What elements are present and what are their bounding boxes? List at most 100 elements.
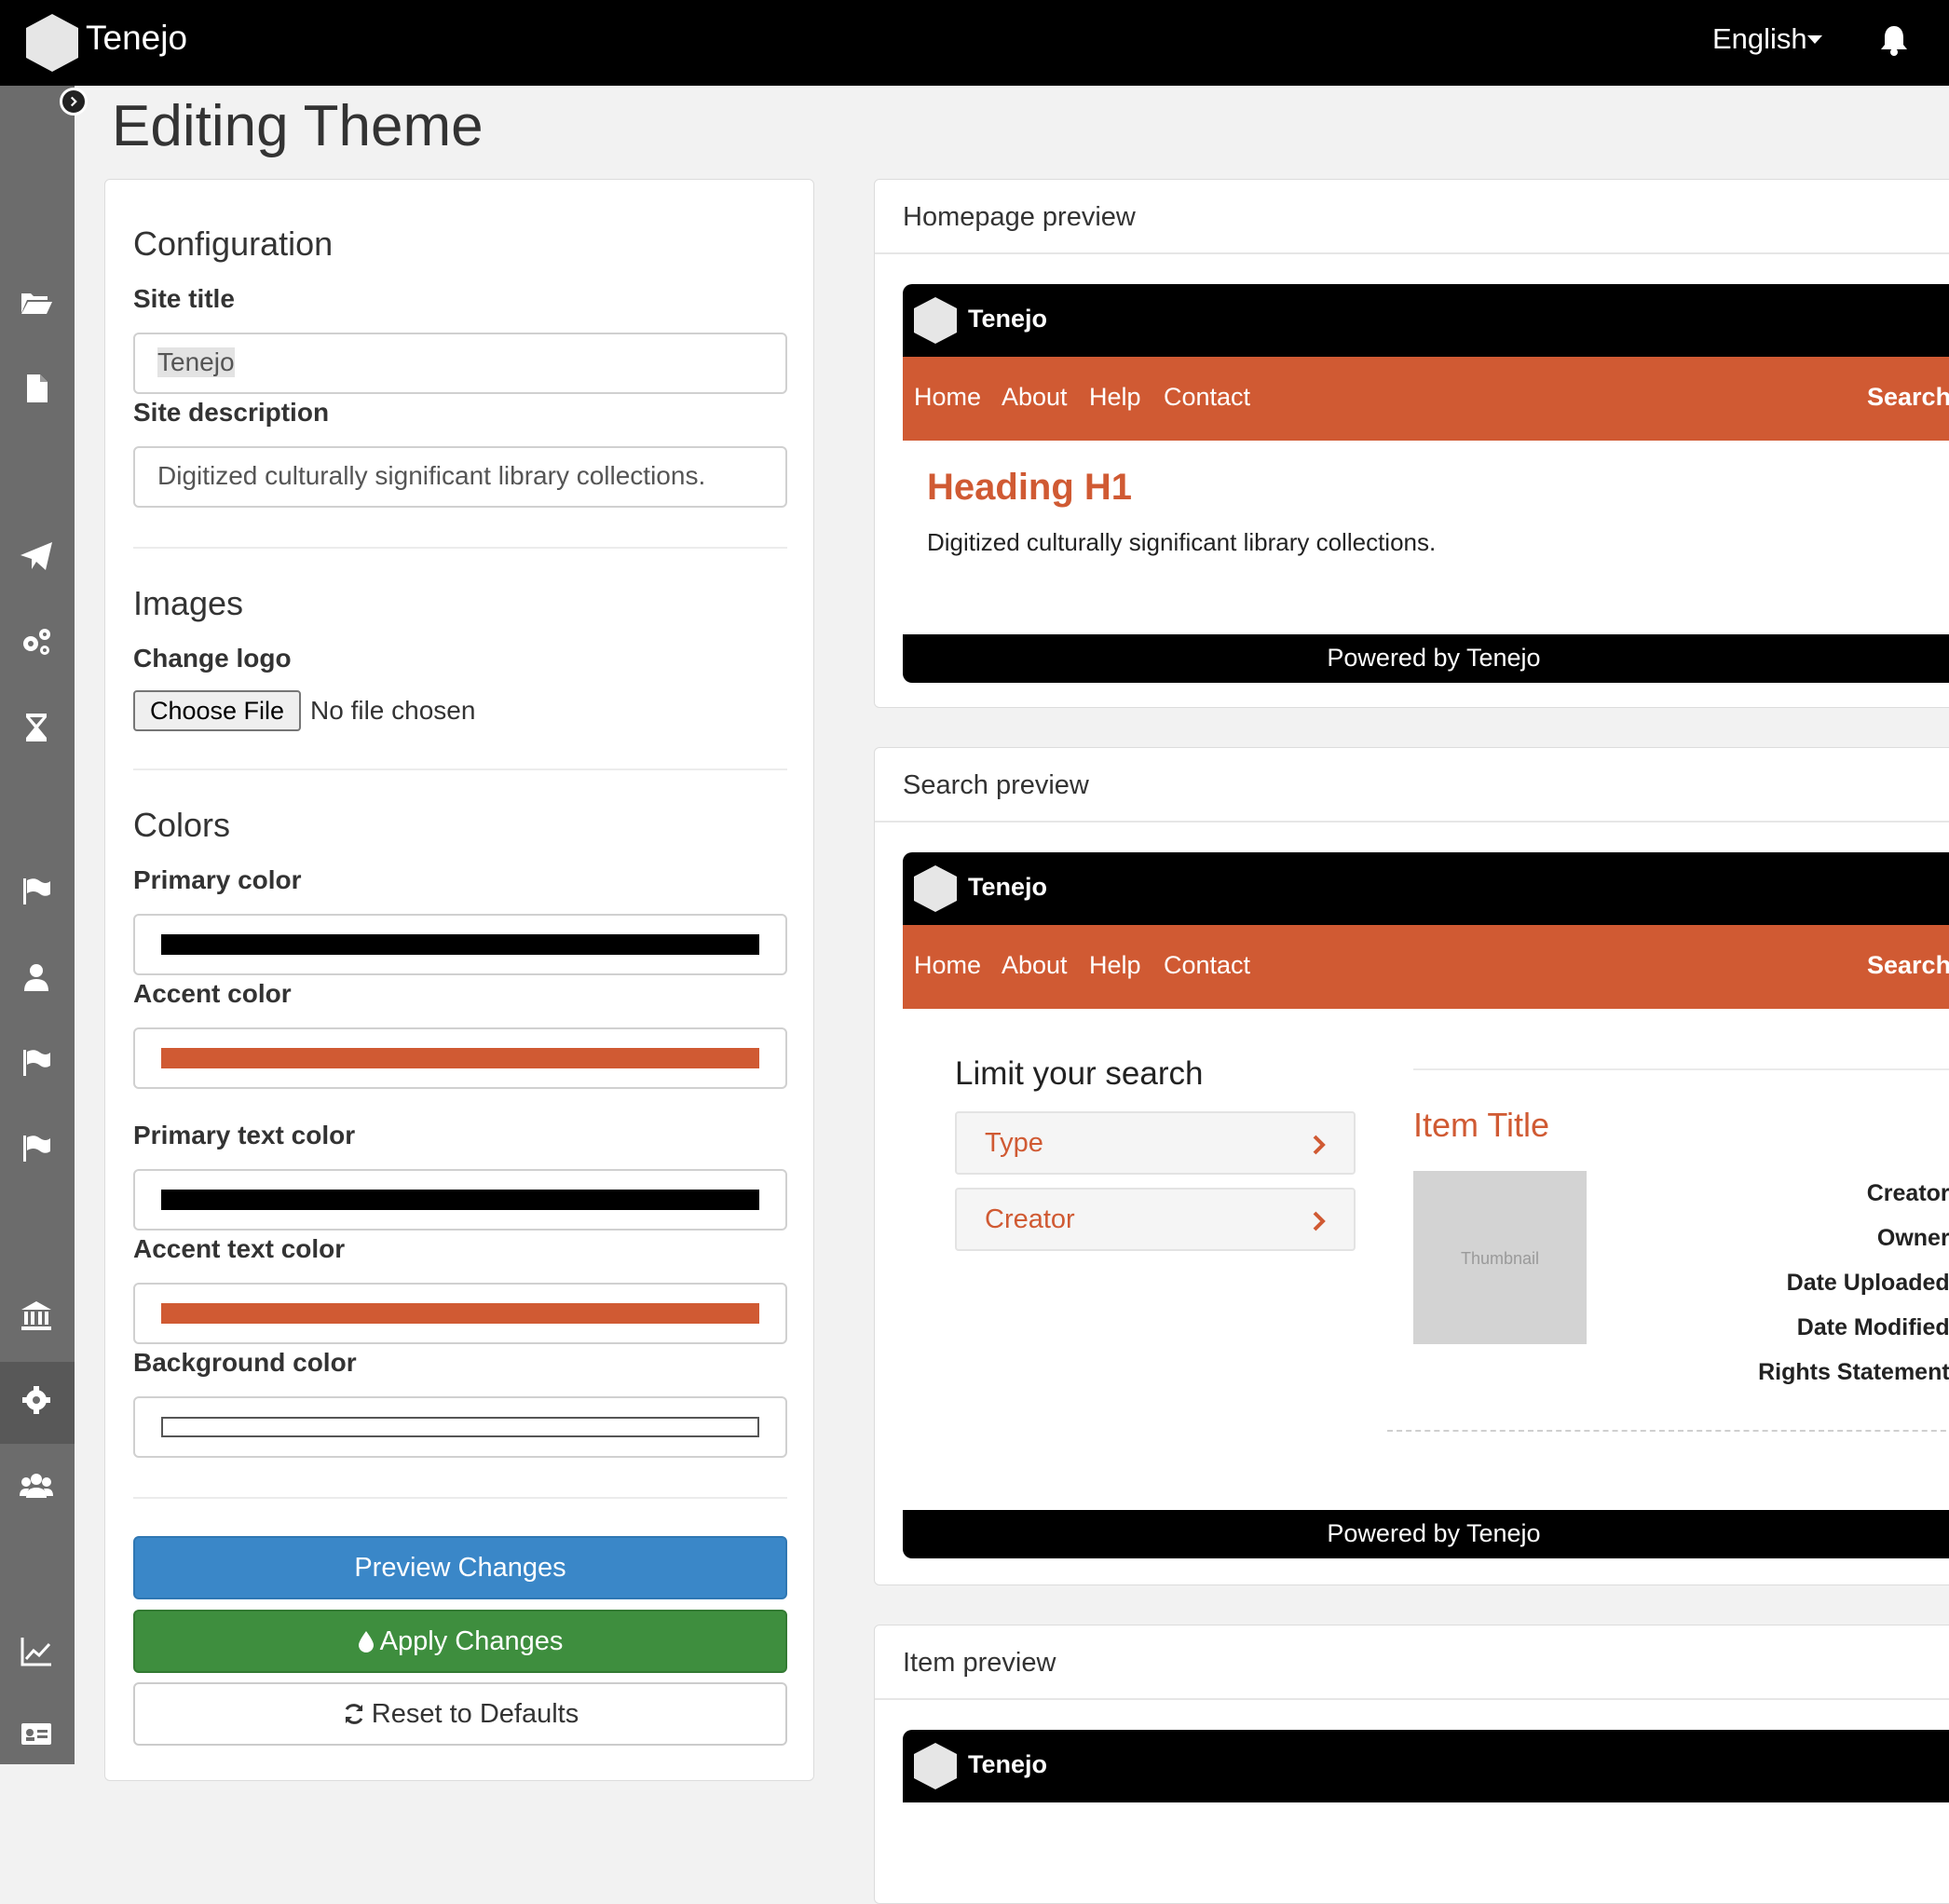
item-preview-heading: Item preview bbox=[903, 1648, 1056, 1678]
mock-footer-text: Powered by Tenejo bbox=[1327, 644, 1541, 672]
search-preview-header: Search preview bbox=[875, 748, 1949, 823]
primary-text-color-swatch bbox=[161, 1190, 759, 1210]
mock-description: Digitized culturally significant library… bbox=[927, 528, 1437, 556]
gears-icon[interactable] bbox=[19, 624, 54, 660]
site-title-label: Site title bbox=[133, 284, 235, 313]
brand-name[interactable]: Tenejo bbox=[86, 19, 187, 58]
mock-accent-nav: Home About Help Contact Search bbox=[903, 357, 1949, 441]
top-navbar: Tenejo English bbox=[0, 0, 1949, 86]
primary-text-color-input[interactable] bbox=[133, 1169, 787, 1231]
change-logo-label: Change logo bbox=[133, 644, 292, 673]
apply-changes-button[interactable]: Apply Changes bbox=[133, 1610, 787, 1673]
preview-changes-button[interactable]: Preview Changes bbox=[133, 1536, 787, 1599]
mock-footer-text: Powered by Tenejo bbox=[1327, 1519, 1541, 1547]
facet-creator-label: Creator bbox=[985, 1204, 1075, 1234]
mock-brand: Tenejo bbox=[968, 305, 1048, 333]
limit-search-heading: Limit your search bbox=[955, 1055, 1204, 1092]
language-selector[interactable]: English bbox=[1712, 22, 1807, 56]
site-description-value: Digitized culturally significant library… bbox=[157, 461, 706, 490]
tenejo-logo-icon[interactable] bbox=[26, 14, 78, 72]
facet-creator: Creator bbox=[955, 1188, 1356, 1251]
background-color-swatch bbox=[161, 1417, 759, 1437]
reset-defaults-button[interactable]: Reset to Defaults bbox=[133, 1682, 787, 1746]
mock-nav-search: Search bbox=[1867, 951, 1949, 979]
refresh-icon bbox=[345, 1704, 363, 1724]
background-color-input[interactable] bbox=[133, 1396, 787, 1458]
line-chart-icon[interactable] bbox=[19, 1634, 54, 1669]
thumbnail-label: Thumbnail bbox=[1460, 1249, 1540, 1268]
facet-type: Type bbox=[955, 1111, 1356, 1175]
mock-footer: Powered by Tenejo bbox=[903, 1510, 1949, 1558]
accent-color-label: Accent color bbox=[133, 979, 292, 1008]
folder-open-icon[interactable] bbox=[19, 285, 54, 320]
mock-nav-home: Home bbox=[914, 383, 982, 411]
meta-creator-label: Creator: bbox=[1866, 1180, 1949, 1206]
accent-color-input[interactable] bbox=[133, 1027, 787, 1089]
settings-gear-icon[interactable] bbox=[19, 1382, 54, 1418]
primary-color-swatch bbox=[161, 934, 759, 955]
mock-nav-search: Search bbox=[1867, 383, 1949, 411]
paper-plane-icon[interactable] bbox=[19, 538, 54, 574]
mock-nav-about: About bbox=[1002, 951, 1068, 979]
flag-icon[interactable] bbox=[19, 1131, 54, 1166]
mock-heading-h1: Heading H1 bbox=[927, 467, 1133, 508]
users-group-icon[interactable] bbox=[19, 1468, 54, 1503]
file-icon[interactable] bbox=[19, 371, 54, 406]
meta-date-modified-label: Date Modified: bbox=[1796, 1314, 1949, 1340]
item-preview-panel: Item preview Tenejo bbox=[874, 1625, 1949, 1904]
mock-navbar: Tenejo bbox=[903, 852, 1949, 925]
chevron-right-icon bbox=[1313, 1211, 1326, 1231]
primary-color-label: Primary color bbox=[133, 865, 302, 894]
mock-accent-nav: Home About Help Contact Search bbox=[903, 925, 1949, 1009]
accent-text-color-label: Accent text color bbox=[133, 1234, 346, 1263]
item-preview-header: Item preview bbox=[875, 1625, 1949, 1700]
user-icon[interactable] bbox=[19, 959, 54, 995]
institution-icon[interactable] bbox=[19, 1299, 54, 1334]
site-description-input[interactable]: Digitized culturally significant library… bbox=[133, 446, 787, 508]
results-divider bbox=[1413, 1068, 1949, 1070]
mock-footer: Powered by Tenejo bbox=[903, 634, 1949, 683]
apply-changes-label: Apply Changes bbox=[379, 1626, 564, 1656]
mock-navbar: Tenejo bbox=[903, 284, 1949, 357]
mock-nav-home: Home bbox=[914, 951, 982, 979]
mock-nav-help: Help bbox=[1089, 383, 1141, 411]
accent-text-color-swatch bbox=[161, 1303, 759, 1324]
homepage-preview-header: Homepage preview bbox=[875, 180, 1949, 254]
search-mock: Tenejo Home About Help Contact Search Li… bbox=[903, 852, 1949, 1558]
mock-nav-about: About bbox=[1002, 383, 1068, 411]
mock-item-title: Item Title bbox=[1413, 1106, 1550, 1144]
configuration-heading: Configuration bbox=[133, 224, 334, 263]
flag-icon[interactable] bbox=[19, 1045, 54, 1081]
site-title-input[interactable]: Tenejo bbox=[133, 333, 787, 394]
mock-brand: Tenejo bbox=[968, 873, 1048, 901]
item-mock: Tenejo bbox=[903, 1730, 1949, 1842]
search-preview-panel: Search preview Tenejo Home About Help Co… bbox=[874, 747, 1949, 1585]
mock-thumbnail: Thumbnail bbox=[1413, 1171, 1587, 1344]
accent-text-color-input[interactable] bbox=[133, 1283, 787, 1344]
hourglass-icon[interactable] bbox=[19, 710, 54, 745]
mock-logo-icon bbox=[914, 865, 957, 912]
mock-nav-help: Help bbox=[1089, 951, 1141, 979]
accent-color-swatch bbox=[161, 1048, 759, 1068]
site-title-value: Tenejo bbox=[157, 347, 235, 377]
divider bbox=[133, 768, 787, 770]
divider bbox=[133, 1497, 787, 1499]
mock-nav-contact: Contact bbox=[1164, 383, 1251, 411]
no-file-chosen-text: No file chosen bbox=[310, 696, 476, 725]
site-description-label: Site description bbox=[133, 398, 330, 427]
primary-color-input[interactable] bbox=[133, 914, 787, 975]
bell-icon[interactable] bbox=[1880, 24, 1908, 56]
homepage-mock: Tenejo Home About Help Contact Search He… bbox=[903, 284, 1949, 683]
sidebar-collapse-icon[interactable] bbox=[60, 88, 88, 116]
admin-sidebar bbox=[0, 86, 75, 1764]
flag-icon[interactable] bbox=[19, 874, 54, 909]
meta-date-uploaded-label: Date Uploaded: bbox=[1786, 1270, 1949, 1296]
reset-defaults-label: Reset to Defaults bbox=[371, 1699, 579, 1729]
mock-logo-icon bbox=[914, 297, 957, 344]
background-color-label: Background color bbox=[133, 1348, 357, 1377]
choose-file-button[interactable]: Choose File bbox=[133, 690, 301, 731]
mock-brand: Tenejo bbox=[968, 1750, 1048, 1778]
divider bbox=[133, 547, 787, 549]
id-card-icon[interactable] bbox=[19, 1716, 54, 1751]
meta-owner-label: Owner: bbox=[1876, 1225, 1949, 1251]
